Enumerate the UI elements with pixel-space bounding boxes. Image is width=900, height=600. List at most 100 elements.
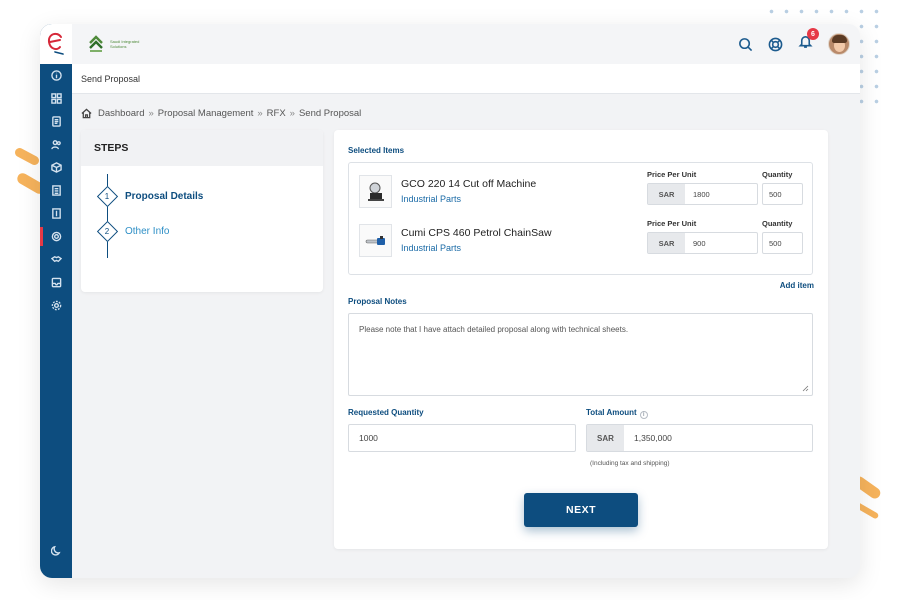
search-icon[interactable] xyxy=(738,37,753,52)
price-input-group: SAR 1800 xyxy=(647,183,758,205)
price-input[interactable]: 1800 xyxy=(685,184,757,204)
selected-items-list: GCO 220 14 Cut off Machine Industrial Pa… xyxy=(348,162,813,275)
breadcrumb-item-send-proposal: Send Proposal xyxy=(298,108,362,119)
invoice-icon xyxy=(51,208,61,219)
quantity-header: Quantity xyxy=(762,219,793,228)
step-number-badge: 2 xyxy=(97,221,117,241)
step-label: Proposal Details xyxy=(125,190,204,202)
avatar-hair xyxy=(832,35,847,43)
resize-handle-icon[interactable] xyxy=(802,385,809,392)
proposal-notes-label: Proposal Notes xyxy=(348,297,407,306)
theme-toggle[interactable] xyxy=(40,545,72,556)
notifications-button[interactable]: 6 xyxy=(798,28,819,54)
notification-badge: 6 xyxy=(807,28,819,40)
total-amount-hint: (Including tax and shipping) xyxy=(590,460,670,467)
sidebar-item-proposals[interactable] xyxy=(40,225,72,248)
steps-card: STEPS 1 Proposal Details 2 Other Info xyxy=(81,130,323,292)
screenshot-stage: Saudi Integrated Solutions 6 Send Propos… xyxy=(0,0,900,600)
currency-prefix: SAR xyxy=(648,184,685,204)
company-logo[interactable]: Saudi Integrated Solutions xyxy=(86,34,150,54)
breadcrumb-separator: » xyxy=(257,108,263,119)
document-icon xyxy=(51,116,61,127)
item-category[interactable]: Industrial Parts xyxy=(401,243,461,253)
list-item: GCO 220 14 Cut off Machine Industrial Pa… xyxy=(359,167,804,215)
step-number: 2 xyxy=(104,226,110,236)
company-logo-icon xyxy=(89,35,103,52)
user-avatar[interactable] xyxy=(828,33,850,55)
requested-quantity-input[interactable]: 1000 xyxy=(348,424,576,452)
sidebar-item-deals[interactable] xyxy=(40,248,72,271)
add-item-link[interactable]: Add item xyxy=(780,281,814,290)
item-thumbnail xyxy=(359,175,392,208)
company-logo-text: Saudi Integrated Solutions xyxy=(110,39,140,49)
breadcrumb-separator: » xyxy=(289,108,295,119)
grid-icon xyxy=(50,93,62,104)
sidebar-item-settings[interactable] xyxy=(40,294,72,317)
list-icon xyxy=(51,185,61,196)
home-icon[interactable] xyxy=(81,108,92,119)
proposal-notes-text: Please note that I have attach detailed … xyxy=(359,325,629,334)
currency-prefix: SAR xyxy=(648,233,685,253)
proposal-notes-textarea[interactable]: Please note that I have attach detailed … xyxy=(348,313,813,396)
step-label: Other Info xyxy=(125,225,170,237)
sidebar-item-inbox[interactable] xyxy=(40,271,72,294)
top-bar-actions: 6 xyxy=(738,28,850,55)
breadcrumb-item-dashboard[interactable]: Dashboard xyxy=(98,108,144,119)
item-name: Cumi CPS 460 Petrol ChainSaw xyxy=(401,227,552,239)
sidebar-item-invoices[interactable] xyxy=(40,202,72,225)
info-icon xyxy=(50,70,62,81)
e-logo-icon xyxy=(47,32,64,55)
users-icon xyxy=(50,140,61,150)
price-per-unit-header: Price Per Unit xyxy=(647,219,697,228)
price-input[interactable]: 900 xyxy=(685,233,757,253)
step-number-badge: 1 xyxy=(97,186,117,206)
page-header: Send Proposal xyxy=(72,64,860,94)
moon-icon xyxy=(50,545,61,556)
sidebar-item-info[interactable] xyxy=(40,64,72,87)
quantity-input[interactable]: 500 xyxy=(762,232,803,254)
box-icon xyxy=(50,162,62,173)
currency-prefix: SAR xyxy=(587,425,624,451)
breadcrumb-separator: » xyxy=(148,108,154,119)
sidebar-item-products[interactable] xyxy=(40,156,72,179)
requested-quantity-label: Requested Quantity xyxy=(348,408,424,417)
breadcrumb: Dashboard » Proposal Management » RFX » … xyxy=(81,108,361,119)
quantity-header: Quantity xyxy=(762,170,793,179)
sidebar-item-documents[interactable] xyxy=(40,110,72,133)
sidebar-item-dashboard[interactable] xyxy=(40,87,72,110)
total-amount-label: Total Amount i xyxy=(586,408,648,419)
sidebar-item-reports[interactable] xyxy=(40,179,72,202)
price-input-group: SAR 900 xyxy=(647,232,758,254)
quantity-input[interactable]: 500 xyxy=(762,183,803,205)
step-proposal-details[interactable]: 1 Proposal Details xyxy=(97,186,204,206)
top-bar: Saudi Integrated Solutions 6 xyxy=(72,24,860,64)
next-button[interactable]: NEXT xyxy=(524,493,638,527)
sidebar-item-users[interactable] xyxy=(40,133,72,156)
requested-quantity-value: 1000 xyxy=(359,433,378,443)
chainsaw-icon xyxy=(365,235,385,245)
item-category[interactable]: Industrial Parts xyxy=(401,194,461,204)
total-amount-label-text: Total Amount xyxy=(586,408,637,417)
selected-items-label: Selected Items xyxy=(348,146,405,155)
steps-heading: STEPS xyxy=(81,130,323,166)
target-icon xyxy=(51,231,61,242)
total-amount-value: 1,350,000 xyxy=(634,433,672,443)
inbox-icon xyxy=(51,277,61,288)
breadcrumb-item-rfx[interactable]: RFX xyxy=(267,108,286,119)
total-amount-input[interactable]: SAR 1,350,000 xyxy=(586,424,813,452)
app-logo[interactable] xyxy=(40,24,72,64)
sidebar xyxy=(40,24,72,578)
decorative-stroke xyxy=(13,146,41,167)
item-thumbnail xyxy=(359,224,392,257)
gear-icon xyxy=(51,300,61,311)
info-icon[interactable]: i xyxy=(639,411,648,419)
page-title: Send Proposal xyxy=(81,73,141,84)
list-item: Cumi CPS 460 Petrol ChainSaw Industrial … xyxy=(359,216,804,264)
item-name: GCO 220 14 Cut off Machine xyxy=(401,178,537,190)
step-other-info[interactable]: 2 Other Info xyxy=(97,221,170,241)
step-number: 1 xyxy=(104,191,110,201)
support-icon[interactable] xyxy=(768,37,783,52)
price-per-unit-header: Price Per Unit xyxy=(647,170,697,179)
breadcrumb-item-proposal-management[interactable]: Proposal Management xyxy=(158,108,254,119)
app-window: Saudi Integrated Solutions 6 Send Propos… xyxy=(40,24,860,578)
